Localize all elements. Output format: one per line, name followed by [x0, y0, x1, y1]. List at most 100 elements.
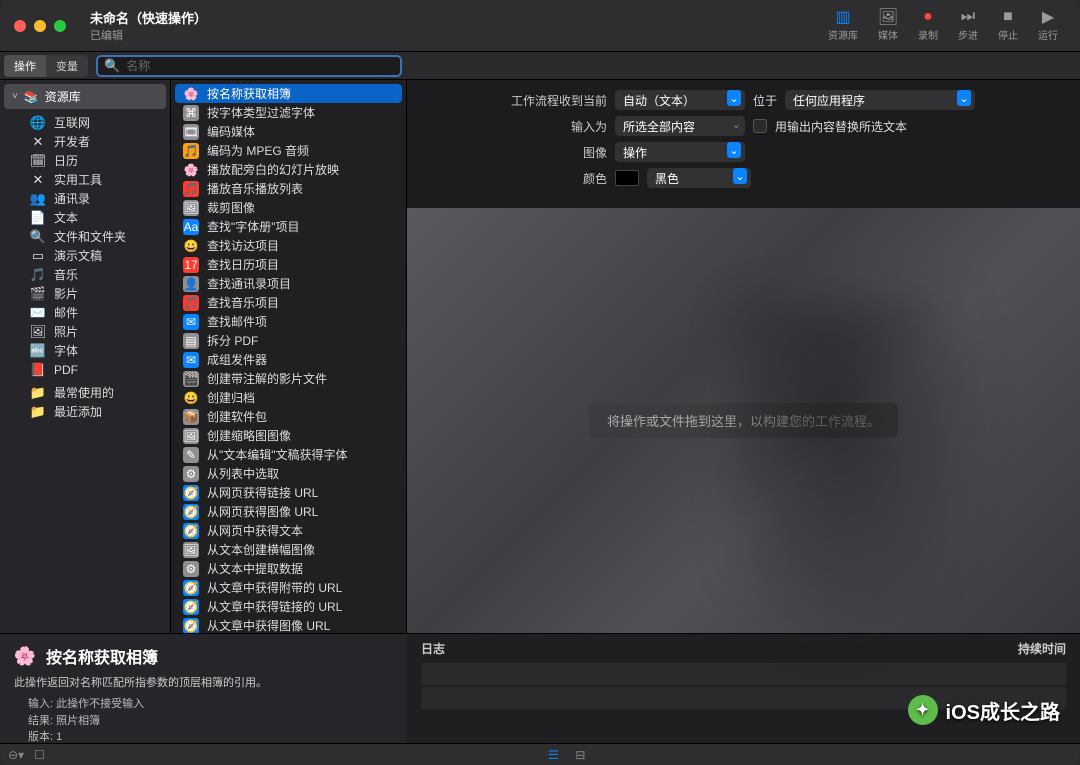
- action-item[interactable]: ⚙从文本中提取数据: [175, 559, 402, 578]
- search-field[interactable]: 🔍: [96, 55, 402, 77]
- action-item[interactable]: 📦创建软件包: [175, 407, 402, 426]
- record-button[interactable]: ●录制: [910, 7, 946, 44]
- action-item[interactable]: 🖼裁剪图像: [175, 198, 402, 217]
- sidebar-item-label: 最近添加: [54, 403, 102, 420]
- sidebar-item[interactable]: ✕实用工具: [0, 170, 170, 189]
- sidebar-item-label: 实用工具: [54, 171, 102, 188]
- sidebar-item[interactable]: ▭演示文稿: [0, 246, 170, 265]
- folder-icon: 📁: [30, 404, 46, 420]
- action-item[interactable]: 🎵播放音乐播放列表: [175, 179, 402, 198]
- minimize-window[interactable]: [34, 20, 46, 32]
- action-item[interactable]: 🎬创建带注解的影片文件: [175, 369, 402, 388]
- action-item[interactable]: ▤拆分 PDF: [175, 331, 402, 350]
- sidebar-smart-item[interactable]: 📁最常使用的: [0, 383, 170, 402]
- sidebar-item[interactable]: 🎵音乐: [0, 265, 170, 284]
- action-item[interactable]: 🎵查找音乐项目: [175, 293, 402, 312]
- action-item[interactable]: 😀查找访达项目: [175, 236, 402, 255]
- image-select[interactable]: 操作: [615, 142, 745, 162]
- action-item[interactable]: Aa查找"字体册"项目: [175, 217, 402, 236]
- input-select[interactable]: 所选全部内容: [615, 116, 745, 136]
- action-item[interactable]: 👤查找通讯录项目: [175, 274, 402, 293]
- color-swatch[interactable]: [615, 170, 639, 186]
- sidebar-smart-item[interactable]: 📁 最近添加: [0, 402, 170, 421]
- step-button[interactable]: ⏭步进: [950, 7, 986, 44]
- media-button[interactable]: 🖼媒体: [870, 7, 906, 44]
- action-item[interactable]: 🌸播放配旁白的幻灯片放映: [175, 160, 402, 179]
- actions-list[interactable]: 🌸按名称获取相簿⌘按字体类型过滤字体🎞编码媒体🎵编码为 MPEG 音频🌸播放配旁…: [171, 80, 407, 633]
- action-item[interactable]: 🖼从文本创建横幅图像: [175, 540, 402, 559]
- action-item[interactable]: 😀创建归档: [175, 388, 402, 407]
- checkbox-label: 用输出内容替换所选文本: [775, 118, 907, 135]
- tab-actions[interactable]: 操作: [4, 55, 46, 77]
- sidebar-item[interactable]: ✉️ 邮件: [0, 303, 170, 322]
- category-icon: 📄: [30, 210, 46, 226]
- sidebar-item[interactable]: 🔍文件和文件夹: [0, 227, 170, 246]
- sidebar-item[interactable]: 🖼照片: [0, 322, 170, 341]
- category-icon: ✉️: [30, 305, 46, 321]
- sidebar-item-label: 邮件: [54, 304, 78, 321]
- replace-checkbox[interactable]: [753, 119, 767, 133]
- param-label: 工作流程收到当前: [427, 92, 607, 109]
- action-item[interactable]: ✎从"文本编辑"文稿获得字体: [175, 445, 402, 464]
- library-root[interactable]: ˅ 📚 资源库: [4, 84, 166, 109]
- sidebar-item[interactable]: 🎬影片: [0, 284, 170, 303]
- action-item[interactable]: ⚙从列表中选取: [175, 464, 402, 483]
- workflow-canvas[interactable]: 将操作或文件拖到这里，以构建您的工作流程。: [407, 208, 1080, 633]
- sidebar-item-label: PDF: [54, 363, 78, 377]
- canvas-background-blur: [730, 298, 990, 658]
- action-item[interactable]: 17查找日历项目: [175, 255, 402, 274]
- run-button[interactable]: ▶运行: [1030, 7, 1066, 44]
- sidebar-item[interactable]: 🗓日历: [0, 151, 170, 170]
- sidebar-item[interactable]: ✕开发者: [0, 132, 170, 151]
- application-select[interactable]: 任何应用程序: [785, 90, 975, 110]
- sidebar-item[interactable]: 👥通讯录: [0, 189, 170, 208]
- workflow-params: 工作流程收到当前 自动（文本） 位于 任何应用程序 输入为 所选全部内容 用输出…: [407, 80, 1080, 208]
- action-item[interactable]: 🧭从网页获得链接 URL: [175, 483, 402, 502]
- sidebar-item[interactable]: 📄文本: [0, 208, 170, 227]
- search-input[interactable]: [126, 59, 394, 73]
- action-item[interactable]: ⌘按字体类型过滤字体: [175, 103, 402, 122]
- action-item[interactable]: 🎵编码为 MPEG 音频: [175, 141, 402, 160]
- action-item[interactable]: 🧭从文章中获得附带的 URL: [175, 578, 402, 597]
- action-icon: 🎵: [183, 143, 199, 159]
- play-icon: ▶: [1038, 9, 1058, 25]
- help-icon[interactable]: ☐: [34, 748, 45, 762]
- color-select[interactable]: 黑色: [647, 168, 751, 188]
- list-view-icon[interactable]: ☰: [541, 748, 565, 762]
- receives-select[interactable]: 自动（文本）: [615, 90, 745, 110]
- close-window[interactable]: [14, 20, 26, 32]
- action-label: 成组发件器: [207, 351, 267, 368]
- zoom-window[interactable]: [54, 20, 66, 32]
- action-item[interactable]: 🧭从网页中获得文本: [175, 521, 402, 540]
- library-toggle[interactable]: ▥资源库: [820, 7, 866, 44]
- gear-icon[interactable]: ⊖▾: [8, 748, 24, 762]
- action-item[interactable]: 🧭从文章中获得图像 URL: [175, 616, 402, 633]
- action-label: 编码媒体: [207, 123, 255, 140]
- param-label: 图像: [427, 144, 607, 161]
- tab-variables[interactable]: 变量: [46, 55, 88, 77]
- sidebar-item-label: 文件和文件夹: [54, 228, 126, 245]
- action-item[interactable]: 🌸按名称获取相簿: [175, 84, 402, 103]
- flow-view-icon[interactable]: ⊟: [575, 748, 585, 762]
- action-item[interactable]: ✉成组发件器: [175, 350, 402, 369]
- search-icon: 🔍: [104, 58, 120, 74]
- action-item[interactable]: 🧭从网页获得图像 URL: [175, 502, 402, 521]
- action-label: 创建软件包: [207, 408, 267, 425]
- stop-button[interactable]: ■停止: [990, 7, 1026, 44]
- record-icon: ●: [918, 9, 938, 25]
- sidebar-item-label: 字体: [54, 342, 78, 359]
- action-item[interactable]: 🧭从文章中获得链接的 URL: [175, 597, 402, 616]
- action-label: 创建带注解的影片文件: [207, 370, 327, 387]
- action-label: 从文本中提取数据: [207, 560, 303, 577]
- log-header-log: 日志: [421, 640, 445, 657]
- action-label: 从网页中获得文本: [207, 522, 303, 539]
- action-item[interactable]: 🖼创建缩略图图像: [175, 426, 402, 445]
- action-item[interactable]: ✉查找邮件项: [175, 312, 402, 331]
- sidebar-item[interactable]: 🔤字体: [0, 341, 170, 360]
- action-item[interactable]: 🎞编码媒体: [175, 122, 402, 141]
- sidebar-item[interactable]: 🌐互联网: [0, 113, 170, 132]
- action-label: 从文章中获得附带的 URL: [207, 579, 342, 596]
- sidebar-item[interactable]: 📕PDF: [0, 360, 170, 379]
- toolbar-label: 步进: [958, 27, 978, 42]
- sidebar-icon: ▥: [833, 9, 853, 25]
